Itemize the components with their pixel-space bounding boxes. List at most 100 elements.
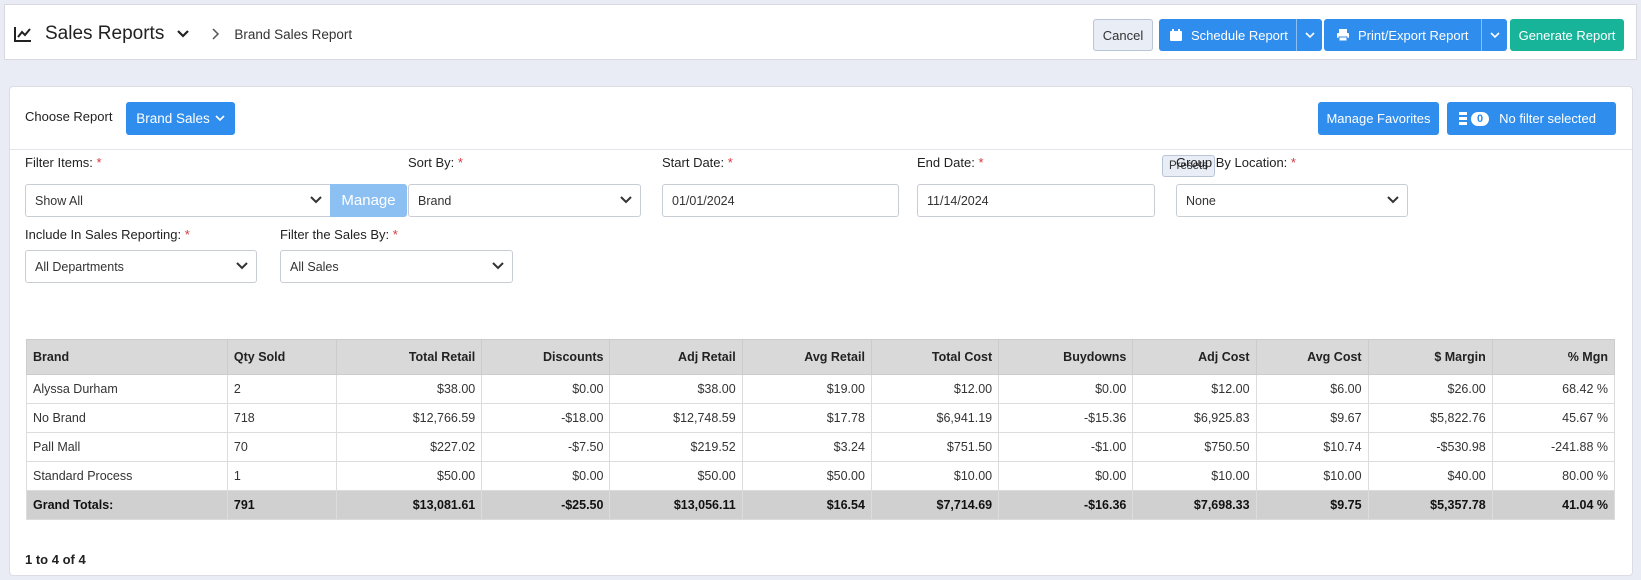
table-cell: Pall Mall xyxy=(26,432,228,462)
print-export-button[interactable]: Print/Export Report xyxy=(1324,19,1507,51)
filter-items-select[interactable]: Show All xyxy=(25,184,331,217)
schedule-report-button[interactable]: Schedule Report xyxy=(1159,19,1322,51)
table-cell: -$15.36 xyxy=(998,403,1134,433)
column-header[interactable]: Avg Cost xyxy=(1255,339,1369,375)
group-by-value: None xyxy=(1186,193,1216,208)
chevron-down-icon xyxy=(492,262,504,270)
report-select-button[interactable]: Brand Sales xyxy=(126,102,235,135)
table-cell: $10.00 xyxy=(1132,461,1257,491)
table-cell: $751.50 xyxy=(870,432,1000,462)
table-cell: $26.00 xyxy=(1367,374,1493,404)
page-title: Sales Reports xyxy=(45,23,165,44)
column-header[interactable]: Brand xyxy=(26,339,228,375)
table-cell: $50.00 xyxy=(609,461,743,491)
table-cell: 718 xyxy=(226,403,337,433)
include-select[interactable]: All Departments xyxy=(25,250,257,283)
required-mark: * xyxy=(1290,155,1296,170)
table-cell: $0.00 xyxy=(998,461,1134,491)
column-header[interactable]: Adj Cost xyxy=(1132,339,1257,375)
sales-by-select[interactable]: All Sales xyxy=(280,250,513,283)
end-date-label-text: End Date: xyxy=(917,155,975,170)
table-cell: $6,941.19 xyxy=(870,403,1000,433)
sort-by-select[interactable]: Brand xyxy=(408,184,641,217)
table-cell: 45.67 % xyxy=(1491,403,1616,433)
totals-cell: $16.54 xyxy=(741,490,872,520)
table-cell: $0.00 xyxy=(998,374,1134,404)
chevron-down-icon xyxy=(1489,31,1500,38)
generate-report-button[interactable]: Generate Report xyxy=(1510,19,1624,51)
group-by-label: Group By Location: * xyxy=(1176,155,1296,170)
table-cell: -$18.00 xyxy=(481,403,611,433)
start-date-label-text: Start Date: xyxy=(662,155,725,170)
pagination-summary: 1 to 4 of 4 xyxy=(25,552,86,567)
column-header[interactable]: $ Margin xyxy=(1367,339,1493,375)
start-date-label: Start Date: * xyxy=(662,155,733,170)
chevron-down-icon[interactable] xyxy=(176,29,190,39)
start-date-input[interactable]: 01/01/2024 xyxy=(662,184,899,217)
sort-by-label: Sort By: * xyxy=(408,155,463,170)
table-cell: $38.00 xyxy=(335,374,483,404)
report-select-label: Brand Sales xyxy=(136,111,210,126)
column-header[interactable]: Avg Retail xyxy=(741,339,872,375)
totals-cell: $7,714.69 xyxy=(870,490,1000,520)
include-value: All Departments xyxy=(35,259,124,274)
header-breadcrumb: Sales Reports Brand Sales Report xyxy=(13,23,352,45)
chevron-down-icon xyxy=(1304,31,1315,38)
table-cell: 80.00 % xyxy=(1491,461,1616,491)
printer-icon xyxy=(1337,29,1349,42)
column-header[interactable]: Discounts xyxy=(481,339,611,375)
table-cell: $0.00 xyxy=(481,461,611,491)
column-header[interactable]: % Mgn xyxy=(1491,339,1616,375)
table-row: No Brand 718 $12,766.59 -$18.00 $12,748.… xyxy=(26,403,1616,433)
required-mark: * xyxy=(727,155,733,170)
table-cell: Standard Process xyxy=(26,461,228,491)
totals-cell: $7,698.33 xyxy=(1132,490,1257,520)
filter-items-label-text: Filter Items: xyxy=(25,155,93,170)
group-by-select[interactable]: None xyxy=(1176,184,1408,217)
table-cell: $50.00 xyxy=(335,461,483,491)
filter-status-label: No filter selected xyxy=(1499,111,1596,126)
manage-favorites-button[interactable]: Manage Favorites xyxy=(1318,102,1439,135)
table-cell: $219.52 xyxy=(609,432,743,462)
column-header[interactable]: Adj Retail xyxy=(609,339,743,375)
sales-by-label: Filter the Sales By: * xyxy=(280,227,398,242)
start-date-value: 01/01/2024 xyxy=(672,193,735,208)
table-cell: No Brand xyxy=(26,403,228,433)
chevron-down-icon xyxy=(620,196,632,204)
totals-cell: -$25.50 xyxy=(481,490,611,520)
table-cell: $40.00 xyxy=(1367,461,1493,491)
table-cell: $227.02 xyxy=(335,432,483,462)
print-export-label: Print/Export Report xyxy=(1358,27,1469,43)
table-cell: $19.00 xyxy=(741,374,872,404)
end-date-label: End Date: * xyxy=(917,155,984,170)
chevron-down-icon xyxy=(310,196,322,204)
manage-button[interactable]: Manage xyxy=(330,184,407,217)
totals-row: Grand Totals: 791 $13,081.61 -$25.50 $13… xyxy=(26,490,1616,520)
column-header[interactable]: Qty Sold xyxy=(226,339,337,375)
table-cell: $10.00 xyxy=(1255,461,1369,491)
end-date-input[interactable]: 11/14/2024 xyxy=(917,184,1155,217)
table-cell: $12.00 xyxy=(870,374,1000,404)
column-header[interactable]: Buydowns xyxy=(998,339,1134,375)
column-header[interactable]: Total Retail xyxy=(335,339,483,375)
chevron-right-icon xyxy=(212,28,220,40)
sort-by-value: Brand xyxy=(418,193,452,208)
sort-by-label-text: Sort By: xyxy=(408,155,455,170)
filter-button[interactable]: 0 No filter selected xyxy=(1447,102,1616,135)
required-mark: * xyxy=(96,155,102,170)
breadcrumb-current: Brand Sales Report xyxy=(234,26,353,42)
table-cell: $10.00 xyxy=(870,461,1000,491)
table-row: Standard Process 1 $50.00 $0.00 $50.00 $… xyxy=(26,461,1616,491)
required-mark: * xyxy=(457,155,463,170)
cancel-button[interactable]: Cancel xyxy=(1093,19,1153,51)
totals-cell: -$16.36 xyxy=(998,490,1134,520)
table-cell: $12,766.59 xyxy=(335,403,483,433)
top-bar: Sales Reports Brand Sales Report Cancel … xyxy=(4,4,1637,60)
print-dropdown-toggle[interactable] xyxy=(1481,19,1507,51)
table-cell: $10.74 xyxy=(1255,432,1369,462)
column-header[interactable]: Total Cost xyxy=(870,339,1000,375)
schedule-dropdown-toggle[interactable] xyxy=(1296,19,1322,51)
chevron-down-icon xyxy=(215,115,225,122)
filter-count-badge: 0 xyxy=(1471,111,1490,126)
table-cell: $9.67 xyxy=(1255,403,1369,433)
